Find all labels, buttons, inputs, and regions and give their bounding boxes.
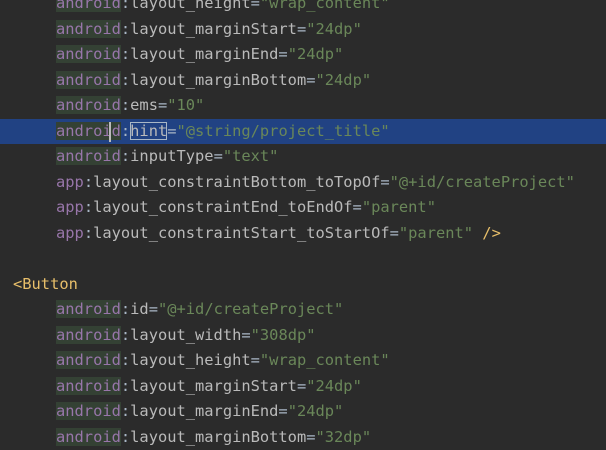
code-line[interactable]: app:layout_constraintStart_toStartOf="pa… (0, 221, 606, 247)
xml-namespace: android (56, 122, 121, 140)
xml-attribute-value: "wrap_content" (260, 0, 390, 12)
code-line[interactable] (0, 246, 606, 272)
code-line[interactable]: android:layout_marginEnd="24dp" (0, 399, 606, 425)
xml-namespace: android (56, 428, 121, 446)
xml-attribute-name: hint (130, 122, 167, 140)
code-line[interactable]: android:layout_marginStart="24dp" (0, 17, 606, 43)
xml-attribute-name: layout_height (130, 351, 250, 369)
code-line-current[interactable]: android:hint="@string/project_title" (0, 119, 606, 145)
xml-attribute-name: layout_width (130, 326, 241, 344)
code-line[interactable]: android:layout_marginBottom="24dp" (0, 68, 606, 94)
code-line[interactable]: app:layout_constraintBottom_toTopOf="@+i… (0, 170, 606, 196)
code-line[interactable]: android:layout_height="wrap_content" (0, 348, 606, 374)
xml-attribute-value: "24dp" (316, 71, 372, 89)
xml-attribute-name: layout_marginEnd (130, 402, 278, 420)
xml-namespace: app (56, 173, 84, 191)
xml-namespace: android (56, 0, 121, 12)
xml-namespace: app (56, 198, 84, 216)
code-line[interactable]: app:layout_constraintEnd_toEndOf="parent… (0, 195, 606, 221)
xml-attribute-name: layout_height (130, 0, 250, 12)
code-line[interactable]: android:layout_height="wrap_content" (0, 0, 606, 17)
xml-namespace: android (56, 300, 121, 318)
xml-namespace: android (56, 377, 121, 395)
xml-attribute-value: "24dp" (306, 20, 362, 38)
xml-namespace: android (56, 326, 121, 344)
xml-attribute-value: "24dp" (288, 402, 344, 420)
xml-attribute-name: inputType (130, 147, 213, 165)
xml-namespace: android (56, 71, 121, 89)
xml-attribute-name: ems (130, 96, 158, 114)
xml-namespace: android (56, 20, 121, 38)
xml-namespace: android (56, 351, 121, 369)
xml-attribute-value: "@+id/createProject" (158, 300, 343, 318)
xml-namespace: android (56, 402, 121, 420)
code-line[interactable]: android:inputType="text" (0, 144, 606, 170)
xml-namespace: android (56, 147, 121, 165)
code-line[interactable]: android:layout_marginBottom="32dp" (0, 425, 606, 450)
xml-tag-close: /> (473, 224, 501, 242)
xml-attribute-name: layout_marginStart (130, 377, 297, 395)
xml-attribute-value: "parent" (399, 224, 473, 242)
xml-attribute-value: "308dp" (251, 326, 316, 344)
xml-attribute-name: layout_marginEnd (130, 45, 278, 63)
code-line[interactable]: <Button (0, 272, 606, 298)
xml-attribute-name: id (130, 300, 149, 318)
text-caret (109, 122, 111, 142)
xml-attribute-value: "24dp" (306, 377, 362, 395)
xml-attribute-value: "wrap_content" (260, 351, 390, 369)
code-editor[interactable]: android:layout_height="wrap_content"andr… (0, 0, 606, 450)
xml-attribute-value: "text" (223, 147, 279, 165)
code-line[interactable]: android:layout_marginStart="24dp" (0, 374, 606, 400)
xml-tag: <Button (13, 275, 78, 293)
xml-attribute-name: layout_constraintStart_toStartOf (93, 224, 390, 242)
code-line[interactable]: android:ems="10" (0, 93, 606, 119)
xml-attribute-name: layout_marginStart (130, 20, 297, 38)
xml-attribute-value: "32dp" (316, 428, 372, 446)
xml-namespace: app (56, 224, 84, 242)
xml-attribute-value: "@string/project_title" (177, 122, 390, 140)
xml-attribute-name: layout_marginBottom (130, 428, 306, 446)
xml-attribute-value: "24dp" (288, 45, 344, 63)
code-line[interactable]: android:id="@+id/createProject" (0, 297, 606, 323)
xml-attribute-name: layout_marginBottom (130, 71, 306, 89)
xml-namespace: android (56, 96, 121, 114)
xml-attribute-name: layout_constraintEnd_toEndOf (93, 198, 352, 216)
xml-attribute-value: "10" (167, 96, 204, 114)
code-line[interactable]: android:layout_width="308dp" (0, 323, 606, 349)
xml-attribute-name: layout_constraintBottom_toTopOf (93, 173, 380, 191)
xml-attribute-value: "parent" (362, 198, 436, 216)
xml-namespace: android (56, 45, 121, 63)
xml-attribute-value: "@+id/createProject" (390, 173, 575, 191)
code-line[interactable]: android:layout_marginEnd="24dp" (0, 42, 606, 68)
